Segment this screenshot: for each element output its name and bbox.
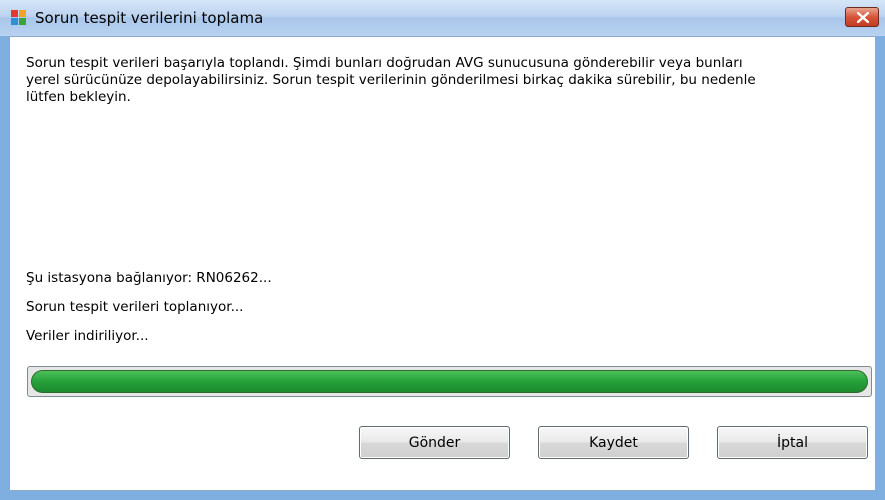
save-button[interactable]: Kaydet xyxy=(538,426,689,459)
dialog-window: Sorun tespit verilerini toplama Sorun te… xyxy=(0,0,885,500)
dialog-content: Sorun tespit verileri başarıyla toplandı… xyxy=(9,36,876,491)
close-button[interactable] xyxy=(845,7,879,27)
description-text: Sorun tespit verileri başarıyla toplandı… xyxy=(26,55,756,105)
window-title: Sorun tespit verilerini toplama xyxy=(35,9,264,27)
status-collecting: Sorun tespit verileri toplanıyor... xyxy=(26,299,244,315)
title-bar[interactable]: Sorun tespit verilerini toplama xyxy=(0,0,885,36)
close-icon xyxy=(857,12,869,23)
status-connecting: Şu istasyona bağlanıyor: RN06262... xyxy=(26,270,272,286)
avg-logo-icon xyxy=(11,10,26,25)
cancel-button[interactable]: İptal xyxy=(717,426,868,459)
send-button[interactable]: Gönder xyxy=(359,426,510,459)
progress-bar-fill xyxy=(31,370,868,393)
progress-bar xyxy=(27,366,872,397)
status-downloading: Veriler indiriliyor... xyxy=(26,328,149,344)
